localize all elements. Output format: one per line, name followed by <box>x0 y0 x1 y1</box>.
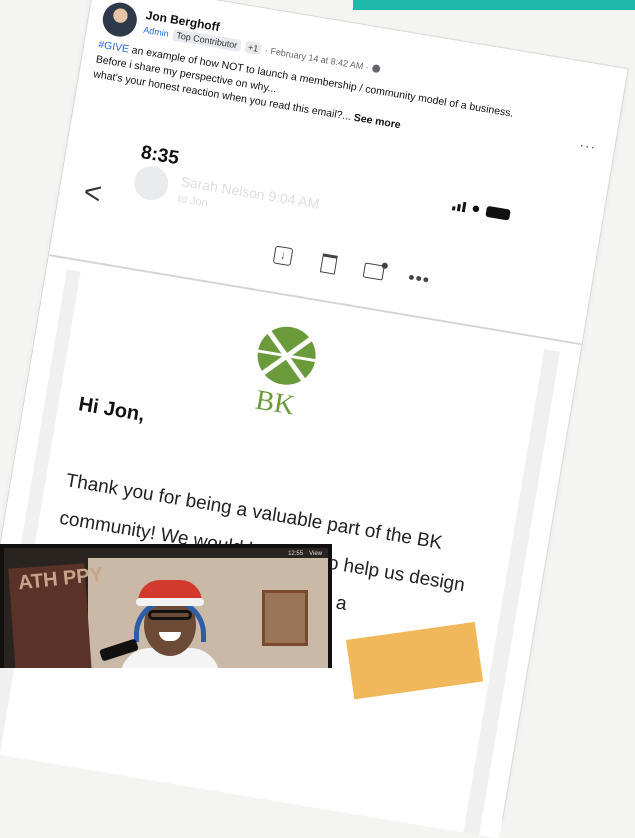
mail-icon <box>362 261 385 281</box>
bk-logo-text: BK <box>253 384 297 422</box>
post-options-icon[interactable]: ··· <box>578 136 597 155</box>
admin-badge: Admin <box>142 24 170 39</box>
video-topbar: 12:55 View <box>288 551 322 557</box>
hashtag-link[interactable]: #GIVE <box>97 39 129 56</box>
facebook-post-card: Jon Berghoff Admin Top Contributor +1 · … <box>0 0 628 838</box>
email-greeting: Hi Jon, <box>76 393 147 426</box>
sender-time: 9:04 AM <box>267 187 321 212</box>
sender-avatar <box>131 163 171 203</box>
more-options-icon[interactable]: ••• <box>406 266 432 291</box>
mark-unread-button[interactable] <box>361 258 386 283</box>
wall-picture-frame <box>262 590 308 646</box>
archive-icon: ↓ <box>272 245 294 267</box>
delete-button[interactable] <box>316 251 341 276</box>
video-clock: 12:55 <box>288 551 304 557</box>
santa-hat-brim <box>136 598 204 606</box>
bk-logo: BK <box>239 321 333 427</box>
email-screenshot: 8:35 ● Sarah Nelson 9:04 AM to Jon < ↓ •… <box>0 118 605 838</box>
see-more-link[interactable]: See more <box>353 112 402 132</box>
glasses <box>148 610 192 620</box>
video-view-button[interactable]: View <box>309 551 322 557</box>
more-badges[interactable]: +1 <box>244 40 263 56</box>
wifi-icon: ● <box>470 199 482 218</box>
archive-button[interactable]: ↓ <box>270 243 295 268</box>
signal-icon <box>451 200 467 213</box>
battery-icon <box>485 205 511 221</box>
video-call-thumbnail: ATH PPY 12:55 View <box>0 544 332 668</box>
trash-icon <box>319 252 338 275</box>
status-icons: ● <box>451 198 512 221</box>
teal-accent-bar <box>353 0 635 10</box>
sender-to: to Jon <box>177 192 209 210</box>
email-toolbar: ↓ ••• <box>270 243 432 291</box>
bk-logo-mark <box>253 322 320 390</box>
back-arrow-icon[interactable]: < <box>81 175 104 210</box>
globe-icon <box>371 64 382 74</box>
author-avatar[interactable] <box>100 0 140 40</box>
